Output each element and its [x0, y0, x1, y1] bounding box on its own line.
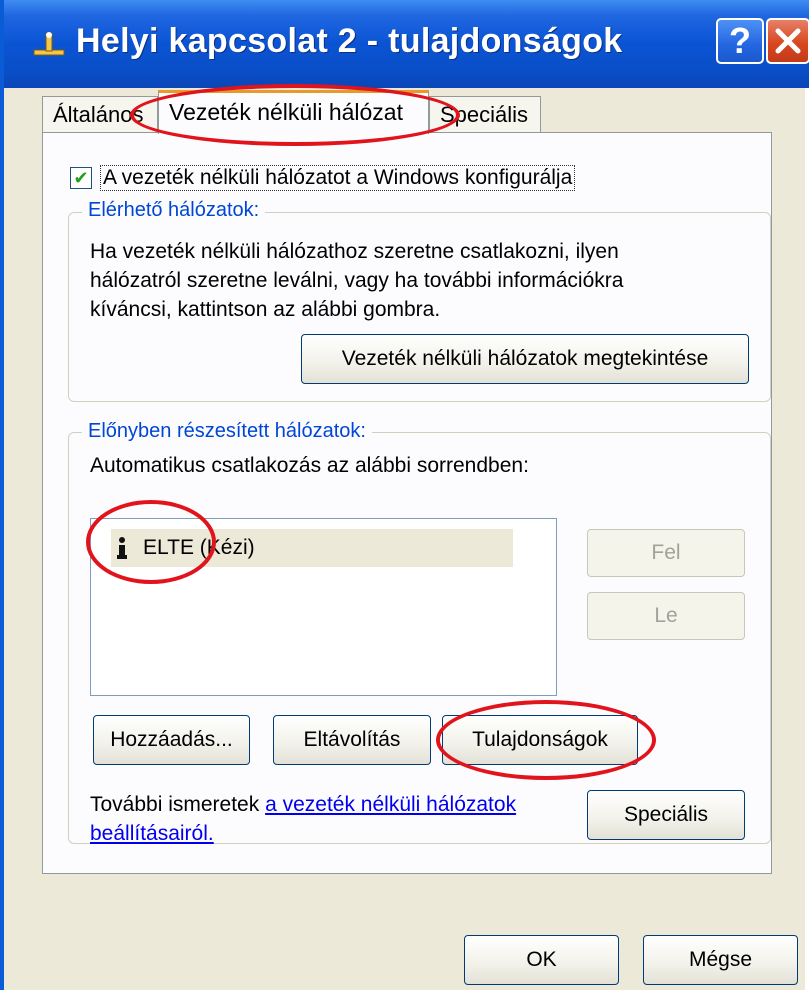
- more-info-link-part-1[interactable]: a vezeték nélküli hálózatok: [265, 793, 516, 816]
- cancel-button[interactable]: Mégse: [643, 935, 798, 985]
- move-down-button[interactable]: Le: [587, 592, 745, 640]
- help-button[interactable]: ?: [716, 18, 764, 64]
- ok-button[interactable]: OK: [464, 935, 619, 985]
- advanced-button[interactable]: Speciális: [587, 790, 745, 840]
- highlight-properties-button: [436, 700, 656, 780]
- network-connection-icon: [33, 32, 65, 56]
- highlight-elte-network: [86, 500, 216, 584]
- more-info-prefix: További ismeretek: [90, 793, 266, 816]
- close-button[interactable]: [766, 18, 809, 64]
- properties-dialog: Helyi kapcsolat 2 - tulajdonságok ? Álta…: [0, 0, 809, 990]
- available-description-line-2: hálózatról szeretne leválni, vagy ha tov…: [90, 269, 624, 292]
- window-title: Helyi kapcsolat 2 - tulajdonságok: [76, 22, 623, 60]
- remove-network-button[interactable]: Eltávolítás: [273, 715, 431, 765]
- windows-configures-label[interactable]: A vezeték nélküli hálózatot a Windows ko…: [100, 165, 576, 191]
- more-info-link-part-2[interactable]: beállításairól.: [90, 822, 214, 846]
- preferred-networks-legend: Előnyben részesített hálózatok:: [82, 420, 372, 443]
- checkmark-icon: ✔: [73, 168, 89, 188]
- more-info-text: További ismeretek a vezeték nélküli háló…: [90, 793, 516, 817]
- close-icon: [775, 28, 801, 54]
- available-description-line-3: kíváncsi, kattintson az alábbi gombra.: [90, 298, 441, 321]
- highlight-wireless-tab: [130, 84, 460, 146]
- view-wireless-networks-button[interactable]: Vezeték nélküli hálózatok megtekintése: [301, 334, 749, 384]
- preferred-subtitle: Automatikus csatlakozás az alábbi sorren…: [90, 454, 529, 477]
- title-bar[interactable]: Helyi kapcsolat 2 - tulajdonságok ?: [4, 0, 809, 88]
- move-up-button[interactable]: Fel: [587, 529, 745, 577]
- available-description-line-1: Ha vezeték nélküli hálózathoz szeretne c…: [90, 240, 619, 263]
- windows-configures-checkbox[interactable]: ✔: [70, 167, 92, 189]
- available-networks-legend: Elérhető hálózatok:: [82, 199, 266, 222]
- add-network-button[interactable]: Hozzáadás...: [93, 715, 250, 765]
